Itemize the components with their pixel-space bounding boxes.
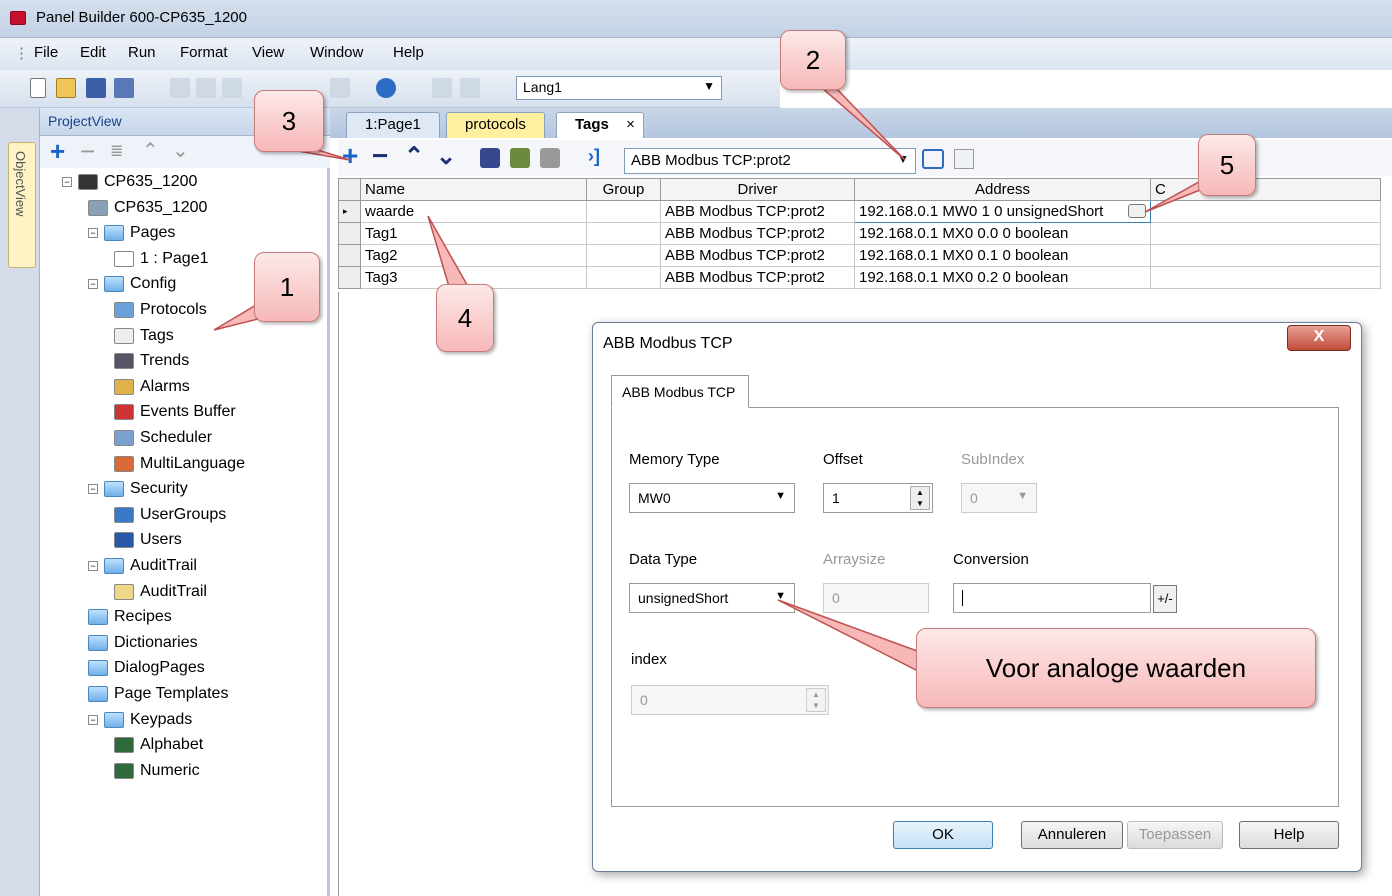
arrow-4 <box>427 215 472 291</box>
callout-3: 3 <box>254 90 324 152</box>
arrow-2 <box>819 87 906 161</box>
arrow-5 <box>1144 176 1208 213</box>
callout-1: 1 <box>254 252 320 322</box>
callout-5: 5 <box>1198 134 1256 196</box>
callout-4: 4 <box>436 284 494 352</box>
callout-note: Voor analoge waarden <box>916 628 1316 708</box>
callout-2: 2 <box>780 30 846 90</box>
callout-arrows <box>213 87 1208 674</box>
arrow-note <box>777 599 921 674</box>
